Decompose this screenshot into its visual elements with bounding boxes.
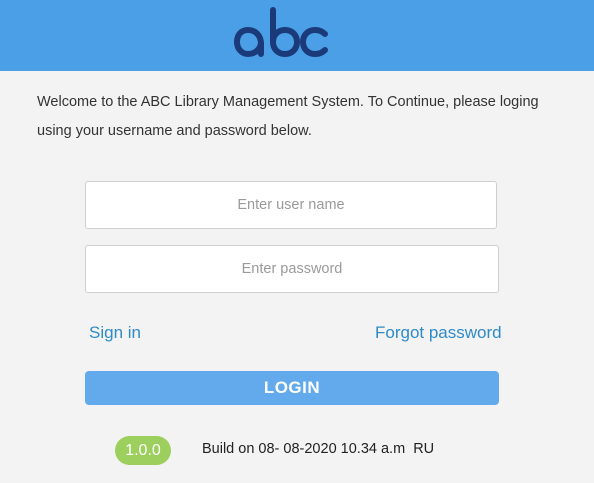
username-input[interactable] xyxy=(85,181,497,229)
welcome-message: Welcome to the ABC Library Management Sy… xyxy=(37,88,557,146)
forgot-password-link[interactable]: Forgot password xyxy=(375,323,502,343)
sign-in-link[interactable]: Sign in xyxy=(89,323,141,343)
abc-logo xyxy=(233,7,328,58)
header-bar xyxy=(0,0,594,71)
login-button[interactable]: LOGIN xyxy=(85,371,499,405)
welcome-line-1: Welcome to the ABC Library Management Sy… xyxy=(37,94,539,110)
welcome-line-2: using your username and password below. xyxy=(37,123,312,139)
version-badge: 1.0.0 xyxy=(115,436,171,465)
build-info: Build on 08- 08-2020 10.34 a.m RU xyxy=(202,441,435,457)
password-input[interactable] xyxy=(85,245,499,293)
